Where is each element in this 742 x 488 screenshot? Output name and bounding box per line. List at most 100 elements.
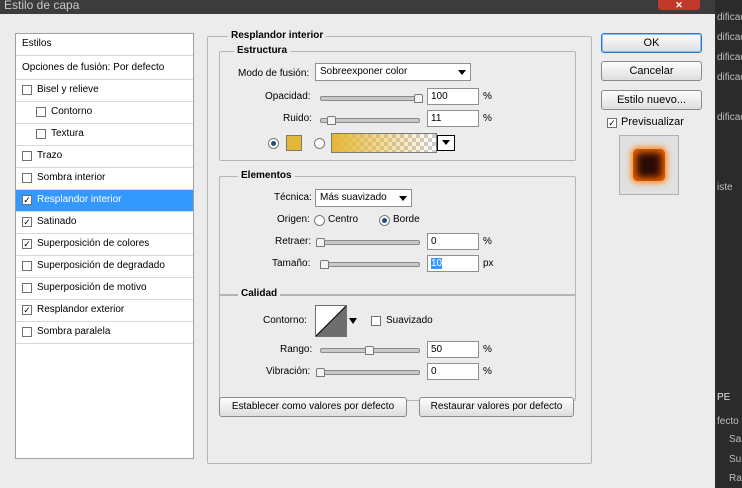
ok-button[interactable]: OK xyxy=(601,33,702,53)
inner-glow-title: Resplandor interior xyxy=(228,30,327,41)
reset-default-button[interactable]: Restaurar valores por defecto xyxy=(419,397,574,417)
gradient-fill-radio[interactable] xyxy=(314,138,325,149)
contour-preview[interactable] xyxy=(315,305,347,337)
style-item-label: Superposición de motivo xyxy=(37,282,147,293)
technique-label: Técnica: xyxy=(274,192,312,203)
blend-mode-label: Modo de fusión: xyxy=(238,68,310,79)
blend-mode-select[interactable]: Sobreexponer color xyxy=(315,63,471,81)
size-slider-track[interactable] xyxy=(320,262,420,267)
style-item-checkbox[interactable]: ✓ xyxy=(22,239,32,249)
noise-unit: % xyxy=(483,113,492,124)
background-panel-strip: dificad dificad dificad dificad dificad … xyxy=(715,0,742,488)
size-input[interactable]: 10 xyxy=(427,255,479,272)
check-icon: ✓ xyxy=(23,305,31,315)
cancel-button[interactable]: Cancelar xyxy=(601,61,702,81)
range-slider-thumb[interactable] xyxy=(365,346,374,355)
opacity-input[interactable]: 100 xyxy=(427,88,479,105)
style-item[interactable]: Textura xyxy=(16,124,193,146)
style-item-label: Satinado xyxy=(37,216,77,227)
style-item-label: Resplandor interior xyxy=(37,194,122,205)
style-item[interactable]: ✓ Superposición de colores xyxy=(16,234,193,256)
style-item-checkbox[interactable] xyxy=(22,261,32,271)
style-item[interactable]: Superposición de degradado xyxy=(16,256,193,278)
style-item[interactable]: Sombra paralela xyxy=(16,322,193,344)
background-text: Ra xyxy=(729,473,742,484)
glow-gradient-preview[interactable] xyxy=(331,133,437,153)
opacity-unit: % xyxy=(483,91,492,102)
style-item-checkbox[interactable] xyxy=(36,129,46,139)
origin-edge-radio[interactable] xyxy=(379,215,390,226)
origin-center-radio[interactable] xyxy=(314,215,325,226)
style-item[interactable]: Sombra interior xyxy=(16,168,193,190)
choke-input[interactable]: 0 xyxy=(427,233,479,250)
glow-color-swatch[interactable] xyxy=(286,135,302,151)
technique-value: Más suavizado xyxy=(320,192,387,203)
blend-options-item[interactable]: Opciones de fusión: Por defecto xyxy=(16,58,193,80)
color-fill-radio[interactable] xyxy=(268,138,279,149)
new-style-button[interactable]: Estilo nuevo... xyxy=(601,90,702,110)
check-icon: ✓ xyxy=(23,217,31,227)
close-icon: ✕ xyxy=(675,0,683,10)
style-item-label: Resplandor exterior xyxy=(37,304,125,315)
antialias-checkbox[interactable] xyxy=(371,316,381,326)
style-item-label: Sombra interior xyxy=(37,172,106,183)
jitter-input[interactable]: 0 xyxy=(427,363,479,380)
check-icon: ✓ xyxy=(23,195,31,205)
chevron-down-icon xyxy=(458,70,466,75)
style-item[interactable]: ✓ Satinado xyxy=(16,212,193,234)
style-item-checkbox[interactable]: ✓ xyxy=(22,305,32,315)
choke-slider-thumb[interactable] xyxy=(316,238,325,247)
styles-list: Estilos Opciones de fusión: Por defecto … xyxy=(15,33,194,459)
opacity-label: Opacidad: xyxy=(265,91,311,102)
background-text: Su xyxy=(729,454,742,465)
jitter-slider-thumb[interactable] xyxy=(316,368,325,377)
style-item-checkbox[interactable] xyxy=(36,107,46,117)
quality-title: Calidad xyxy=(238,288,281,299)
jitter-label: Vibración: xyxy=(266,366,311,377)
opacity-slider-track[interactable] xyxy=(320,96,420,101)
style-item-checkbox[interactable] xyxy=(22,85,32,95)
jitter-unit: % xyxy=(483,366,492,377)
noise-slider-thumb[interactable] xyxy=(326,116,336,125)
preview-checkbox[interactable]: ✓ xyxy=(607,118,617,128)
gradient-dropdown[interactable] xyxy=(437,135,455,151)
set-default-button[interactable]: Establecer como valores por defecto xyxy=(219,397,407,417)
style-item-label: Sombra paralela xyxy=(37,326,111,337)
background-text: Sa xyxy=(729,434,742,445)
background-text: dificad xyxy=(717,112,742,123)
range-input[interactable]: 50 xyxy=(427,341,479,358)
background-text: PE xyxy=(717,392,731,403)
size-label: Tamaño: xyxy=(272,258,311,269)
size-slider-thumb[interactable] xyxy=(319,260,329,269)
technique-select[interactable]: Más suavizado xyxy=(315,189,412,207)
style-item-label: Contorno xyxy=(51,106,93,117)
blend-options-label: Opciones de fusión: Por defecto xyxy=(22,62,165,73)
title-bar: Estilo de capa ✕ xyxy=(0,0,742,14)
style-item-checkbox[interactable] xyxy=(22,151,32,161)
style-item[interactable]: Trazo xyxy=(16,146,193,168)
style-item[interactable]: Contorno xyxy=(16,102,193,124)
style-item[interactable]: Bisel y relieve xyxy=(16,80,193,102)
origin-label: Origen: xyxy=(277,214,310,225)
noise-input[interactable]: 11 xyxy=(427,110,479,127)
contour-curve-icon xyxy=(316,306,346,336)
style-item-checkbox[interactable]: ✓ xyxy=(22,195,32,205)
style-item-checkbox[interactable]: ✓ xyxy=(22,217,32,227)
choke-unit: % xyxy=(483,236,492,247)
style-item-checkbox[interactable] xyxy=(22,173,32,183)
style-item[interactable]: ✓ Resplandor interior xyxy=(16,190,193,212)
styles-header[interactable]: Estilos xyxy=(16,34,193,56)
jitter-slider-track[interactable] xyxy=(320,370,420,375)
background-text: dificad xyxy=(717,72,742,83)
style-item-label: Trazo xyxy=(37,150,63,161)
close-button[interactable]: ✕ xyxy=(658,0,700,10)
opacity-slider-thumb[interactable] xyxy=(414,94,423,103)
style-item-checkbox[interactable] xyxy=(22,327,32,337)
choke-slider-track[interactable] xyxy=(320,240,420,245)
background-text: dificad xyxy=(717,32,742,43)
style-item[interactable]: ✓ Resplandor exterior xyxy=(16,300,193,322)
contour-dropdown-icon[interactable] xyxy=(348,316,358,326)
layer-style-dialog: Estilos Opciones de fusión: Por defecto … xyxy=(0,14,715,488)
style-item-checkbox[interactable] xyxy=(22,283,32,293)
style-item[interactable]: Superposición de motivo xyxy=(16,278,193,300)
